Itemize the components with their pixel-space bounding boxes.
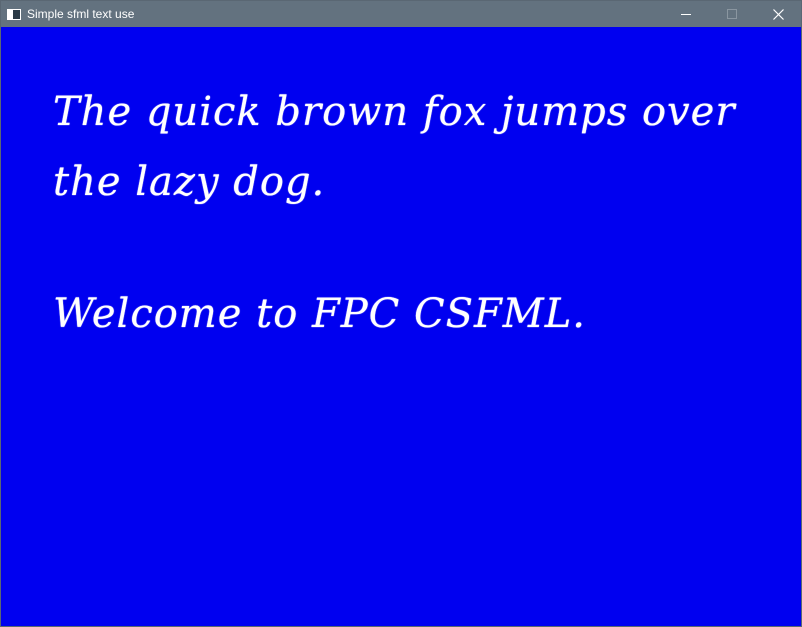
text-line-1: The quick brown fox jumps over xyxy=(53,89,736,135)
close-button[interactable] xyxy=(755,1,801,27)
maximize-icon xyxy=(727,9,737,19)
text-line-2: the lazy dog. xyxy=(53,159,326,205)
window-title: Simple sfml text use xyxy=(27,7,135,21)
render-canvas[interactable]: The quick brown fox jumps over the lazy … xyxy=(1,27,801,626)
app-window: Simple sfml text use The quick brown fox… xyxy=(0,0,802,627)
close-icon xyxy=(772,8,784,20)
app-window-icon[interactable] xyxy=(7,8,21,20)
text-line-3: Welcome to FPC CSFML. xyxy=(53,291,586,337)
minimize-icon xyxy=(681,14,691,15)
title-bar[interactable]: Simple sfml text use xyxy=(1,1,801,27)
maximize-button xyxy=(709,1,755,27)
window-controls xyxy=(663,1,801,27)
minimize-button[interactable] xyxy=(663,1,709,27)
